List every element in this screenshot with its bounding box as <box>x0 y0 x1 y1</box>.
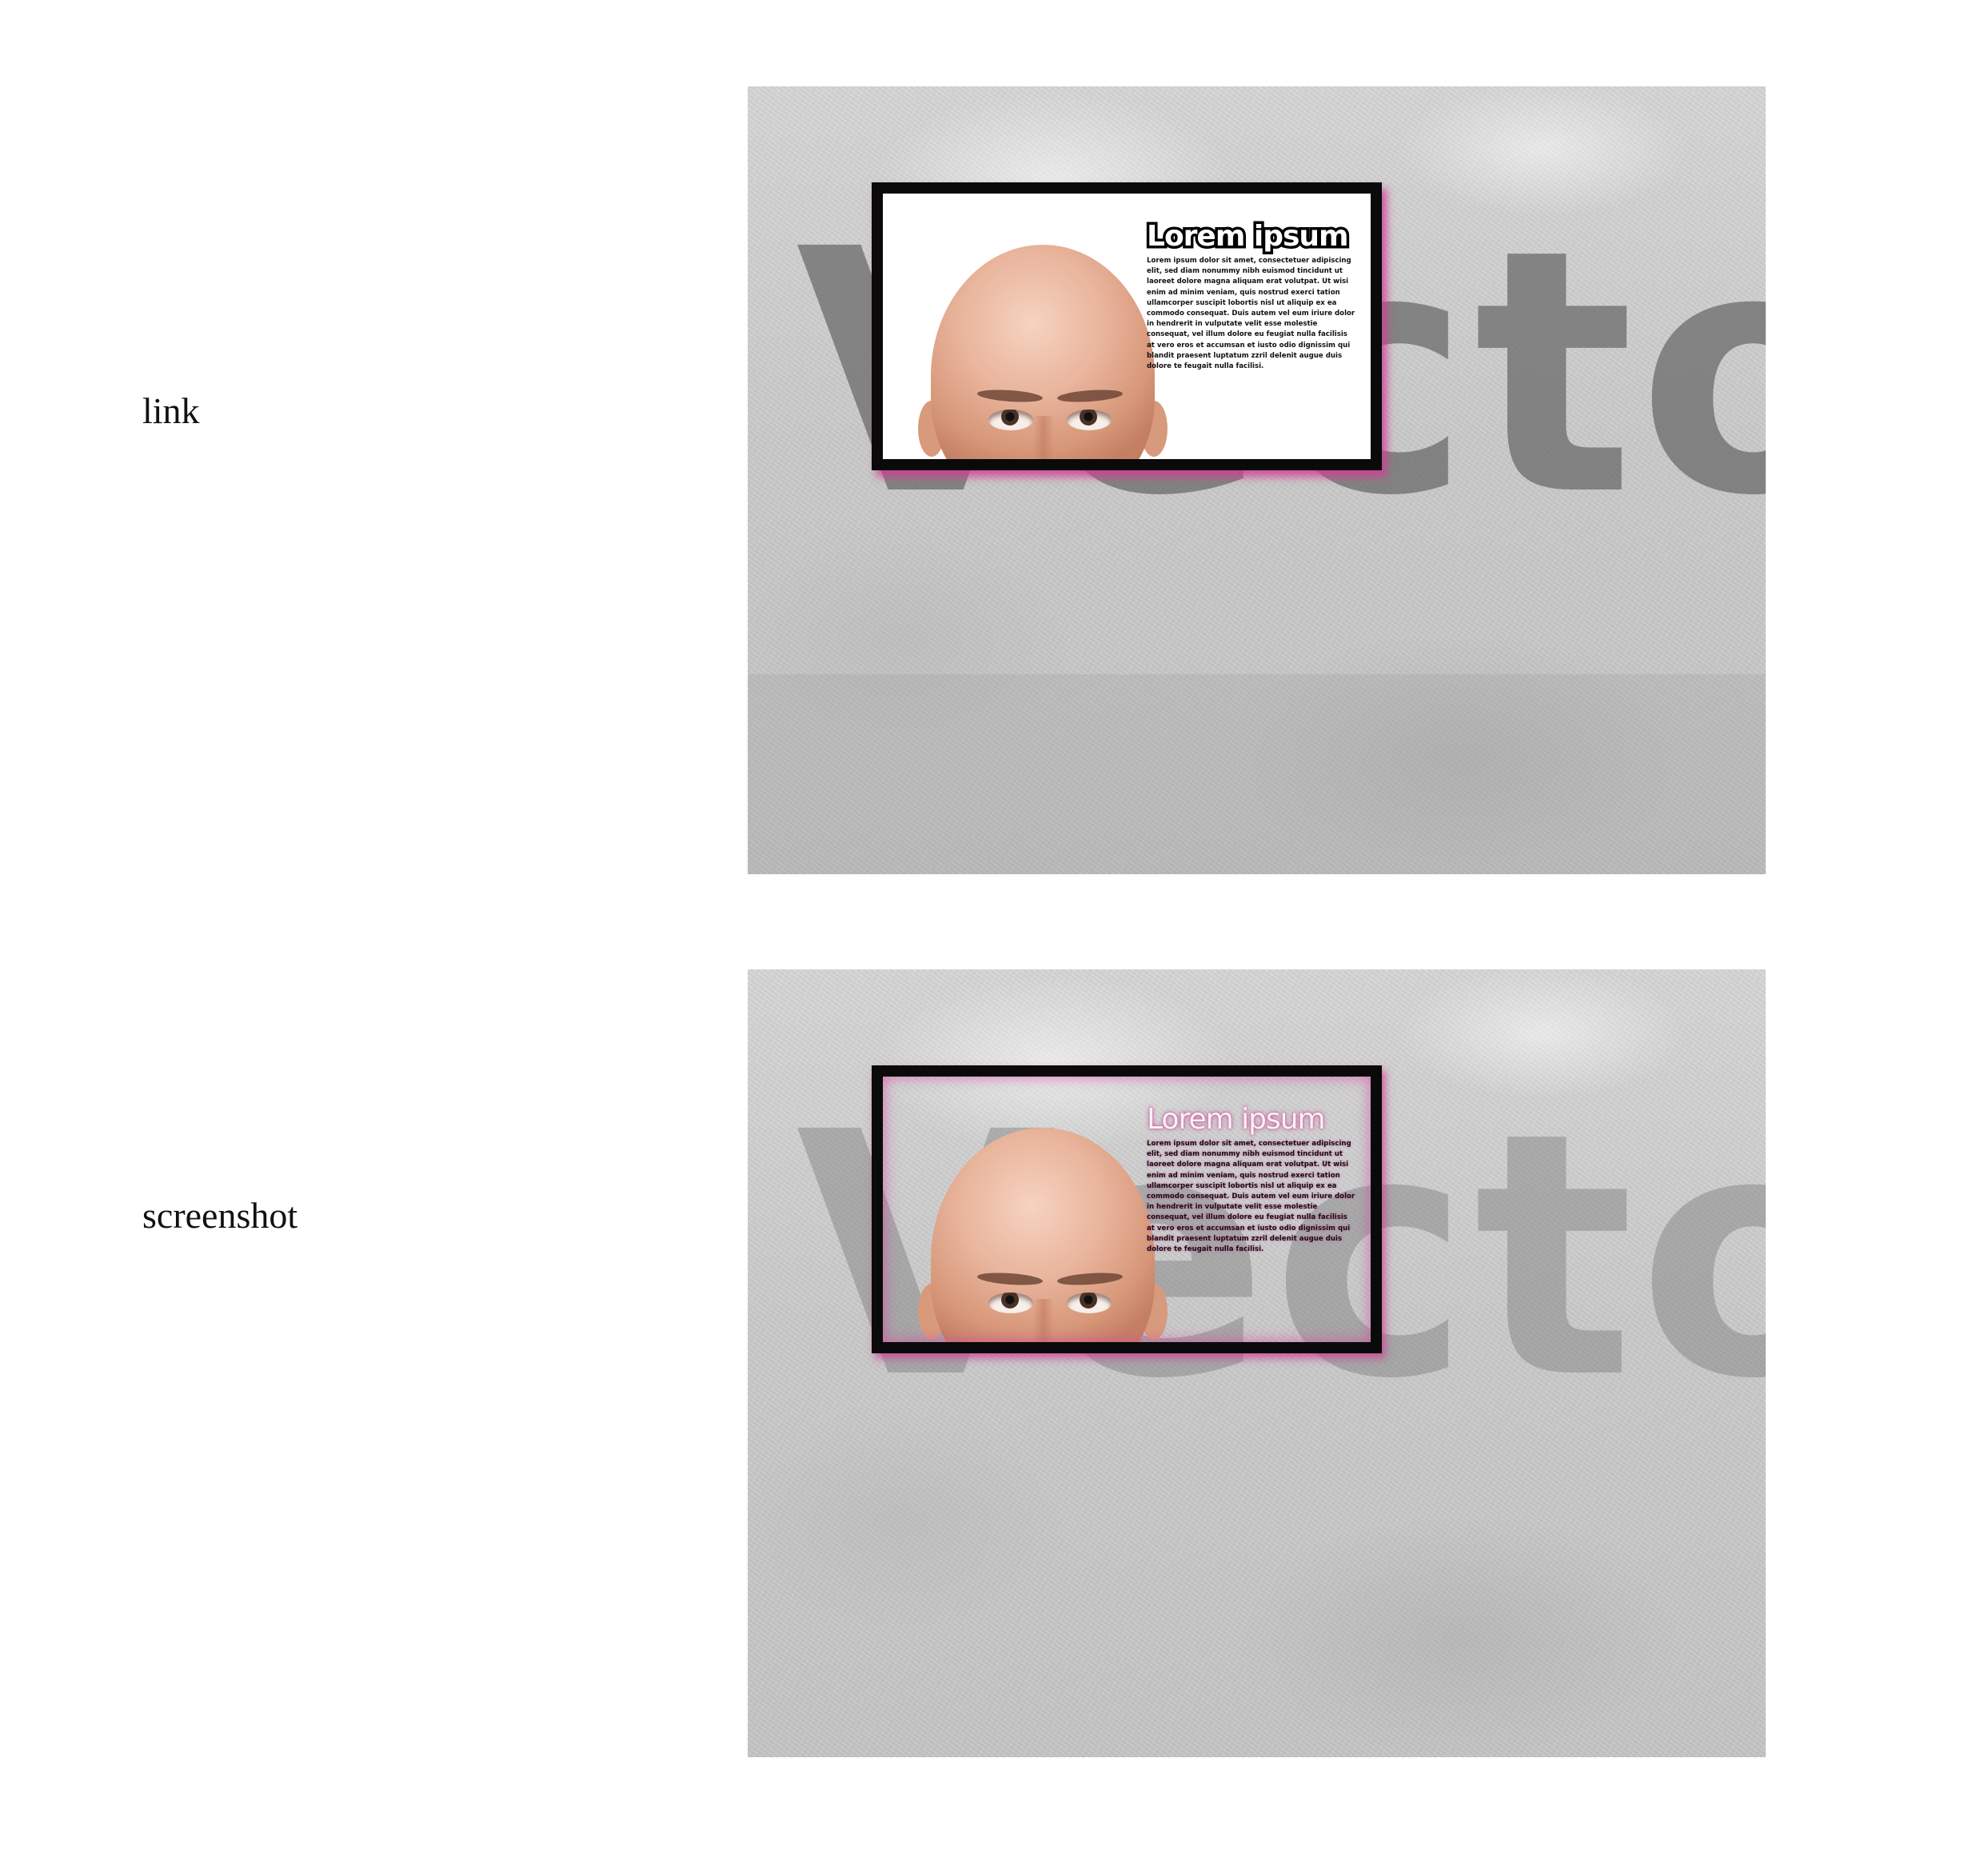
mockup-panel-screenshot: Vector Lorem ipsum Lorem ipsum dolor sit… <box>748 969 1766 1757</box>
eye <box>1067 410 1112 430</box>
mockup-panel-link: Vector Lorem ipsum Lorem ipsum dolor sit… <box>748 86 1766 874</box>
row-label-link: link <box>142 390 200 431</box>
eye <box>988 410 1033 430</box>
card-body-text: Lorem ipsum dolor sit amet, consectetuer… <box>1147 257 1355 371</box>
background-band <box>748 674 1766 874</box>
card-text-block: Lorem ipsum Lorem ipsum dolor sit amet, … <box>1144 219 1356 372</box>
content-card: Lorem ipsum Lorem ipsum dolor sit amet, … <box>872 1065 1382 1353</box>
eye <box>1067 1293 1112 1313</box>
card-headline: Lorem ipsum <box>1144 219 1352 254</box>
row-label-screenshot: screenshot <box>142 1195 298 1236</box>
bald-man-photo <box>915 245 1171 459</box>
nose <box>1033 416 1054 459</box>
nose <box>1033 1299 1054 1342</box>
content-card: Lorem ipsum Lorem ipsum dolor sit amet, … <box>872 182 1382 470</box>
bald-man-photo <box>915 1128 1171 1342</box>
card-body-text: Lorem ipsum dolor sit amet, consectetuer… <box>1147 1140 1355 1254</box>
card-headline: Lorem ipsum <box>1147 1103 1326 1136</box>
card-text-block: Lorem ipsum Lorem ipsum dolor sit amet, … <box>1147 1105 1356 1255</box>
eye <box>988 1293 1033 1313</box>
